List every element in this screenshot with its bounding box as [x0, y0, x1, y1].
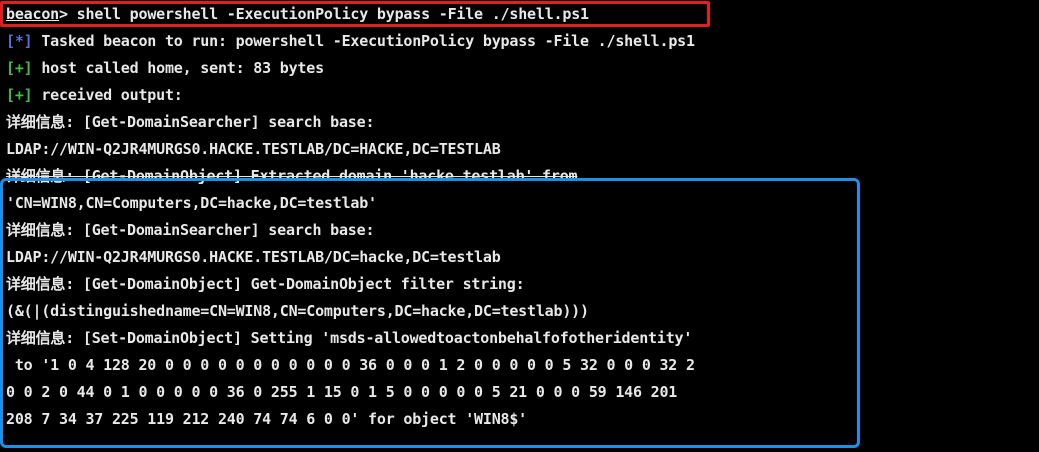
output-highlight-box: [0, 178, 860, 448]
success-tag: [+]: [6, 86, 33, 104]
output-line-tasked: [*] Tasked beacon to run: powershell -Ex…: [6, 31, 695, 51]
success-tag: [+]: [6, 59, 33, 77]
output-line-received: [+] received output:: [6, 85, 183, 105]
output-text: Tasked beacon to run: powershell -Execut…: [32, 32, 695, 50]
output-line-host-called: [+] host called home, sent: 83 bytes: [6, 58, 324, 78]
output-text: host called home, sent: 83 bytes: [32, 59, 324, 77]
output-text: received output:: [32, 86, 183, 104]
output-line: LDAP://WIN-Q2JR4MURGS0.HACKE.TESTLAB/DC=…: [6, 140, 501, 158]
terminal-window[interactable]: beacon> shell powershell -ExecutionPolic…: [0, 0, 1039, 452]
info-tag: [*]: [6, 32, 33, 50]
output-line: 详细信息: [Get-DomainSearcher] search base:: [6, 113, 375, 131]
command-highlight-box: [0, 1, 710, 27]
